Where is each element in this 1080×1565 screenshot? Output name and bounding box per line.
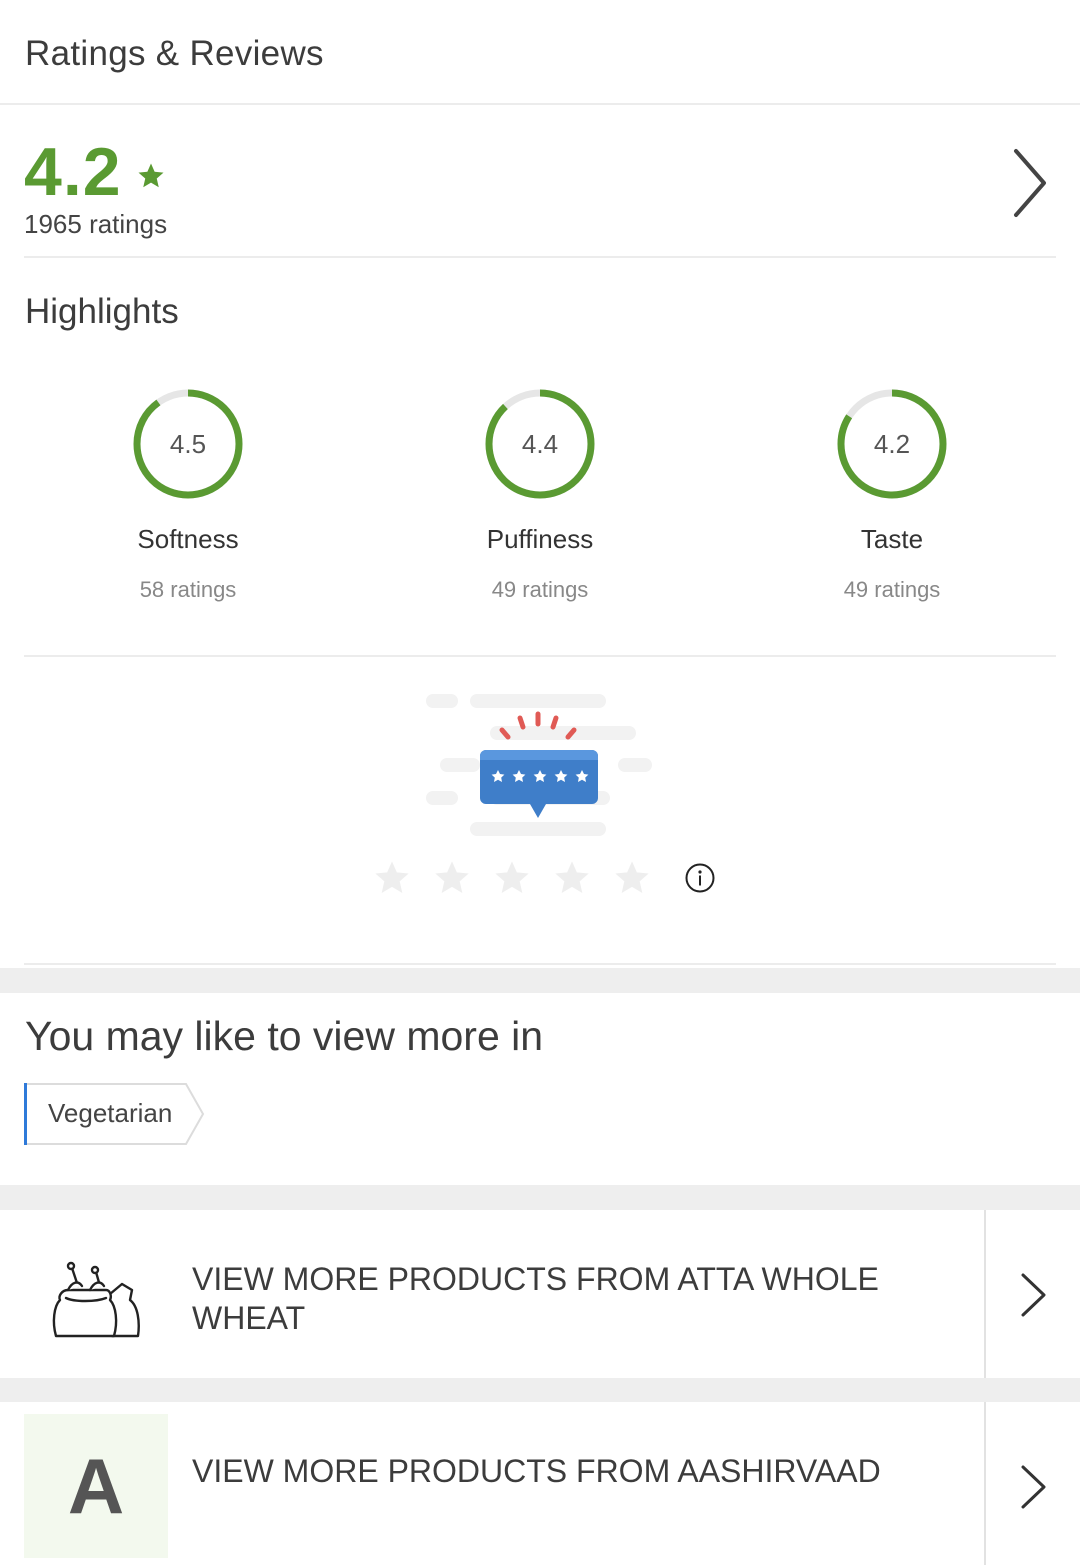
highlight-label: Taste	[860, 524, 924, 554]
link-text: VIEW MORE PRODUCTS FROM AASHIRVAAD	[192, 1453, 881, 1489]
rating-ring: 4.4	[484, 388, 596, 500]
rating-ring: 4.2	[836, 388, 948, 500]
rating-bubble-icon	[426, 694, 652, 836]
rating-ring: 4.5	[132, 388, 244, 500]
view-more-category-link[interactable]: VIEW MORE PRODUCTS FROM ATTA WHOLE WHEAT	[0, 1210, 1080, 1378]
star-icon	[138, 163, 164, 188]
chevron-right-icon[interactable]	[1010, 147, 1050, 219]
highlight-label: Softness	[137, 524, 239, 554]
highlight-count: 58 ratings	[139, 577, 237, 602]
highlights-title: Highlights	[25, 292, 179, 331]
highlight-softness: 4.5 Softness 58 ratings	[28, 388, 348, 603]
section-gap	[0, 1378, 1080, 1402]
star-2-icon[interactable]	[432, 858, 472, 898]
highlight-puffiness: 4.4 Puffiness 49 ratings	[380, 388, 700, 603]
section-gap	[0, 1185, 1080, 1210]
section-gap	[0, 968, 1080, 993]
highlight-value: 4.2	[873, 429, 911, 459]
link-text: VIEW MORE PRODUCTS FROM ATTA WHOLE WHEAT	[192, 1261, 879, 1336]
highlight-count: 49 ratings	[491, 577, 589, 602]
highlight-count: 49 ratings	[843, 577, 941, 602]
info-icon[interactable]	[684, 862, 716, 894]
rate-stars	[372, 858, 716, 898]
highlight-value: 4.5	[169, 429, 207, 459]
star-4-icon[interactable]	[552, 858, 592, 898]
ratings-count: 1965 ratings	[24, 209, 168, 239]
chevron-right-icon[interactable]	[1018, 1464, 1048, 1510]
tag-label: Vegetarian	[48, 1098, 173, 1128]
divider	[24, 655, 1056, 657]
highlight-value: 4.4	[521, 429, 559, 459]
vertical-divider	[984, 1210, 986, 1378]
highlight-label: Puffiness	[486, 524, 594, 554]
view-more-title: You may like to view more in	[25, 1013, 544, 1059]
highlight-taste: 4.2 Taste 49 ratings	[732, 388, 1052, 603]
star-5-icon[interactable]	[612, 858, 652, 898]
brand-letter: A	[67, 1441, 125, 1530]
divider	[24, 963, 1056, 965]
section-title: Ratings & Reviews	[25, 34, 324, 73]
brand-logo: A	[24, 1414, 168, 1558]
chevron-right-icon[interactable]	[1018, 1272, 1048, 1318]
star-3-icon[interactable]	[492, 858, 532, 898]
overall-rating-row[interactable]: 4.2 1965 ratings	[24, 105, 1056, 258]
overall-score: 4.2	[24, 134, 122, 210]
ratings-reviews-header: Ratings & Reviews	[0, 0, 1080, 105]
view-more-brand-link[interactable]: A VIEW MORE PRODUCTS FROM AASHIRVAAD	[0, 1402, 1080, 1565]
flour-sack-icon	[24, 1222, 168, 1366]
vertical-divider	[984, 1402, 986, 1565]
star-1-icon[interactable]	[372, 858, 412, 898]
